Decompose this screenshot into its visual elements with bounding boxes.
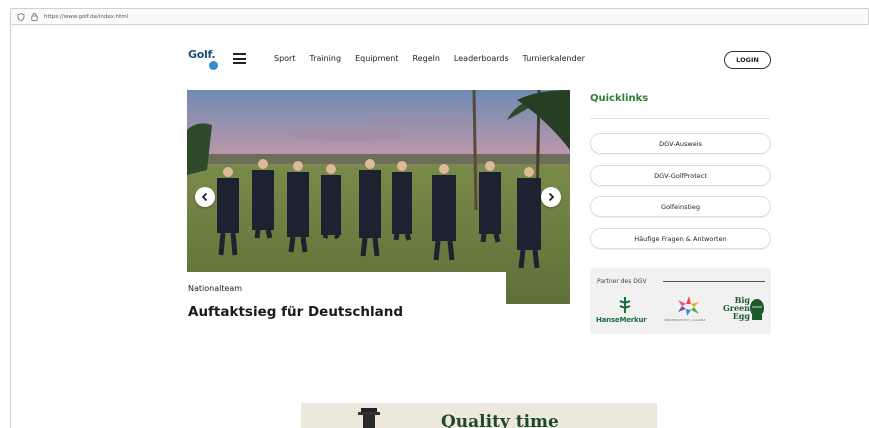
- browser-toolbar: https://www.golf.de/index.html: [0, 0, 869, 30]
- nav-training[interactable]: Training: [309, 54, 341, 63]
- address-bar[interactable]: https://www.golf.de/index.html: [10, 8, 869, 25]
- quicklink-golfeinstieg[interactable]: Golfeinstieg: [590, 196, 771, 217]
- quicklinks-title: Quicklinks: [590, 93, 649, 104]
- big-green-egg-wordmark: Big Green Egg: [722, 295, 750, 321]
- nav-regeln[interactable]: Regeln: [413, 54, 440, 63]
- kinderschutz-star-icon: [678, 296, 699, 316]
- hansemerkur-icon: [619, 297, 631, 313]
- url-text: https://www.golf.de/index.html: [44, 13, 129, 20]
- shield-icon: [17, 12, 25, 21]
- kinderschutz-logo[interactable]: KINDERSCHUTZ | ALLIANZ: [663, 295, 715, 327]
- hero-title[interactable]: Auftaktsieg für Deutschland: [188, 304, 403, 320]
- partner-label: Partner des DGV: [597, 278, 647, 285]
- main-nav: Sport Training Equipment Regeln Leaderbo…: [274, 54, 585, 63]
- logo-wordmark: Golf.: [188, 48, 216, 61]
- big-green-egg-logo[interactable]: Big Green Egg: [720, 294, 768, 330]
- ad-headline: Quality time: [441, 412, 559, 428]
- quicklinks-divider: [590, 118, 770, 119]
- golf-ball-icon: [209, 61, 218, 70]
- nav-turnierkalender[interactable]: Turnierkalender: [523, 54, 585, 63]
- kinderschutz-text: KINDERSCHUTZ | ALLIANZ: [664, 318, 706, 322]
- nav-equipment[interactable]: Equipment: [355, 54, 398, 63]
- window-border: [10, 25, 11, 428]
- quicklink-faq[interactable]: Häufige Fragen & Antworten: [590, 228, 771, 249]
- egg-grill-icon: [750, 299, 764, 320]
- carousel-next-button[interactable]: [541, 187, 561, 207]
- thermos-bottle-icon: [358, 408, 380, 428]
- lock-icon: [31, 12, 38, 21]
- hansemerkur-logo[interactable]: HanseMerkur: [594, 295, 656, 327]
- chevron-left-icon: [201, 192, 208, 202]
- menu-icon[interactable]: [233, 53, 246, 64]
- ad-banner[interactable]: Quality time: [301, 403, 657, 428]
- nav-sport[interactable]: Sport: [274, 54, 295, 63]
- quicklink-dgv-golfprotect[interactable]: DGV-GolfProtect: [590, 165, 771, 186]
- hero-caption-panel: [187, 272, 506, 332]
- partner-divider: [663, 281, 765, 282]
- hero-category[interactable]: Nationalteam: [188, 284, 242, 293]
- nav-leaderboards[interactable]: Leaderboards: [454, 54, 509, 63]
- carousel-prev-button[interactable]: [195, 187, 215, 207]
- login-button[interactable]: LOGIN: [724, 51, 771, 69]
- chevron-right-icon: [548, 192, 555, 202]
- quicklink-dgv-ausweis[interactable]: DGV-Ausweis: [590, 133, 771, 154]
- hansemerkur-text: HanseMerkur: [596, 316, 647, 324]
- partner-box: Partner des DGV HanseMerkur KINDERSCHUTZ…: [590, 268, 771, 334]
- site-logo[interactable]: Golf.: [188, 48, 222, 72]
